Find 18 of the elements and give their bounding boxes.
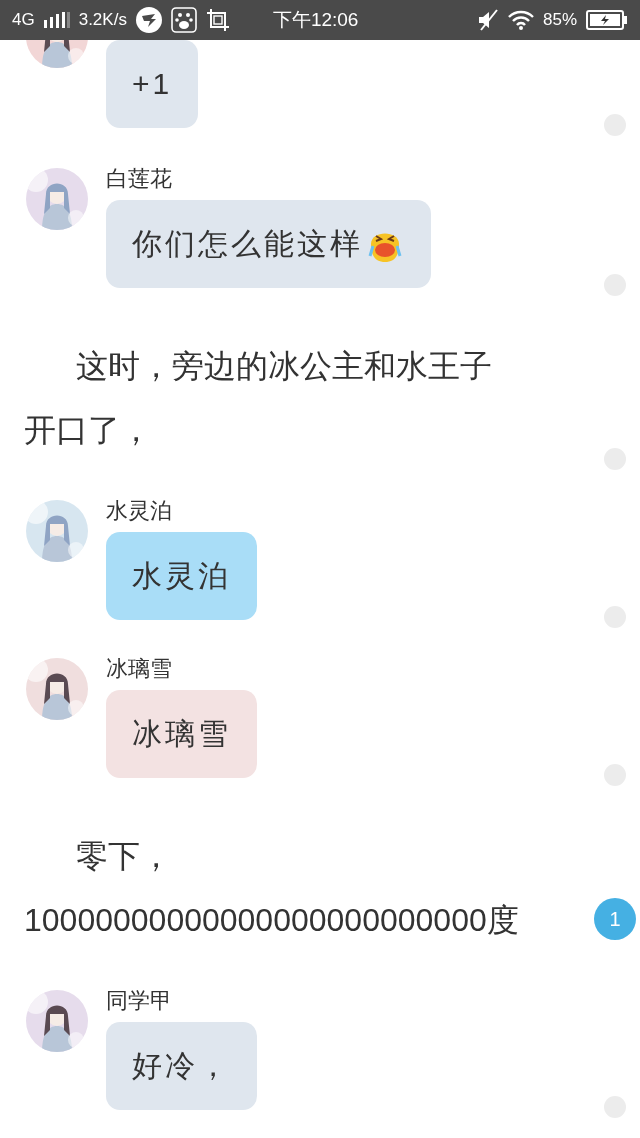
message-text: 冰璃雪 [132, 715, 231, 752]
clock: 下午12:06 [272, 8, 359, 32]
story-text: 这时，旁边的冰公主和水王子 [75, 347, 492, 386]
sender-name: 水灵泊 [106, 500, 172, 525]
story-text: 开口了， [24, 411, 152, 450]
story-text: 10000000000000000000000000度 [24, 901, 519, 940]
message-text: 你们怎么能这样 [132, 225, 363, 262]
sender-name: 白莲花 [106, 168, 172, 193]
message-text: 水灵泊 [132, 557, 231, 594]
message-text: 好冷， [132, 1047, 231, 1084]
sender-name: 同学甲 [106, 990, 172, 1015]
battery-percent: 85% [542, 10, 577, 30]
story-text: 零下， [75, 837, 172, 876]
network-speed: 3.2K/s [78, 10, 127, 30]
message-text: +1 [132, 67, 173, 101]
sender-name: 冰璃雪 [106, 658, 172, 683]
count-badge[interactable]: 1 [594, 898, 636, 940]
network-type: 4G [12, 10, 35, 30]
